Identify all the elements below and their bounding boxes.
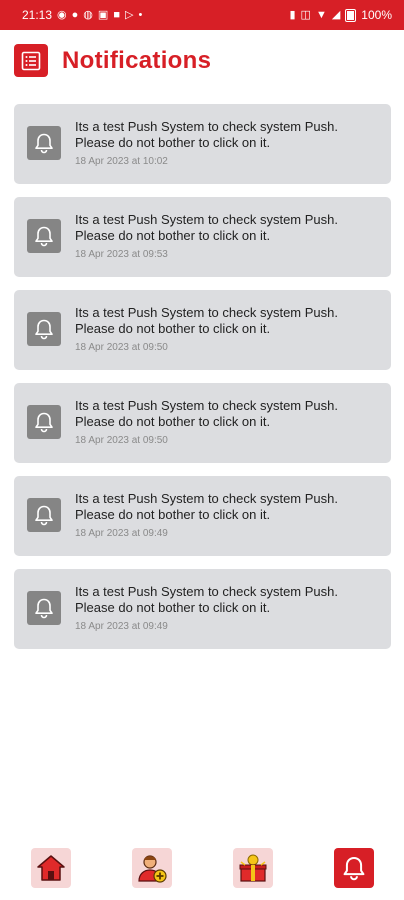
facebook-icon: ■	[113, 8, 120, 21]
add-user-icon	[138, 855, 167, 883]
bell-icon	[27, 219, 61, 253]
status-time: 21:13	[22, 8, 53, 22]
volte-icon: ◫	[300, 8, 311, 21]
notification-card[interactable]: Its a test Push System to check system P…	[14, 290, 391, 370]
notification-time: 18 Apr 2023 at 10:02	[75, 156, 168, 167]
notification-time: 18 Apr 2023 at 09:53	[75, 249, 168, 260]
notification-time: 18 Apr 2023 at 09:49	[75, 528, 168, 539]
status-bar: 21:13 ◉ ● ◍ ▣ ■ ▷ • ▮ ◫ ▼ ◢ 100%	[0, 0, 404, 30]
battery-icon	[345, 8, 357, 22]
gift-icon	[239, 854, 267, 882]
signal-icon: ◢	[331, 8, 341, 21]
vibrate-icon: ▮	[289, 8, 296, 21]
notification-message: Its a test Push System to check system P…	[75, 584, 338, 615]
notification-message: Its a test Push System to check system P…	[75, 398, 338, 429]
bell-icon	[27, 405, 61, 439]
notification-message: Its a test Push System to check system P…	[75, 212, 338, 243]
chat-icon: ●	[71, 8, 79, 21]
notification-message: Its a test Push System to check system P…	[75, 119, 338, 150]
notification-time: 18 Apr 2023 at 09:50	[75, 435, 168, 446]
menu-button[interactable]	[14, 44, 48, 77]
notification-time: 18 Apr 2023 at 09:50	[75, 342, 168, 353]
notification-message: Its a test Push System to check system P…	[75, 305, 338, 336]
app-icon: ▣	[97, 8, 109, 21]
bottom-navigation	[0, 840, 404, 900]
wifi-icon: ▼	[315, 8, 327, 21]
more-dot-icon: •	[138, 8, 143, 21]
notification-time: 18 Apr 2023 at 09:49	[75, 621, 168, 632]
play-store-icon: ▷	[124, 8, 134, 21]
bell-icon	[27, 312, 61, 346]
bell-icon	[27, 126, 61, 160]
messenger-icon: ◍	[83, 8, 93, 21]
page-title: Notifications	[62, 46, 212, 74]
notification-card[interactable]: Its a test Push System to check system P…	[14, 476, 391, 556]
notification-card[interactable]: Its a test Push System to check system P…	[14, 104, 391, 184]
bell-icon	[27, 591, 61, 625]
nav-rewards-button[interactable]	[233, 848, 273, 888]
notification-card[interactable]: Its a test Push System to check system P…	[14, 383, 391, 463]
bell-icon	[27, 498, 61, 532]
notification-card[interactable]: Its a test Push System to check system P…	[14, 569, 391, 649]
nav-home-button[interactable]	[31, 848, 71, 888]
list-menu-icon	[21, 51, 41, 70]
home-icon	[37, 855, 65, 881]
bell-icon	[343, 856, 365, 881]
page-header: Notifications	[14, 44, 211, 77]
nav-add-user-button[interactable]	[132, 848, 172, 888]
notification-card[interactable]: Its a test Push System to check system P…	[14, 197, 391, 277]
nav-notifications-button[interactable]	[334, 848, 374, 888]
notification-message: Its a test Push System to check system P…	[75, 491, 338, 522]
notification-list: Its a test Push System to check system P…	[14, 104, 391, 662]
whatsapp-icon: ◉	[57, 8, 67, 21]
battery-level: 100%	[361, 8, 392, 22]
